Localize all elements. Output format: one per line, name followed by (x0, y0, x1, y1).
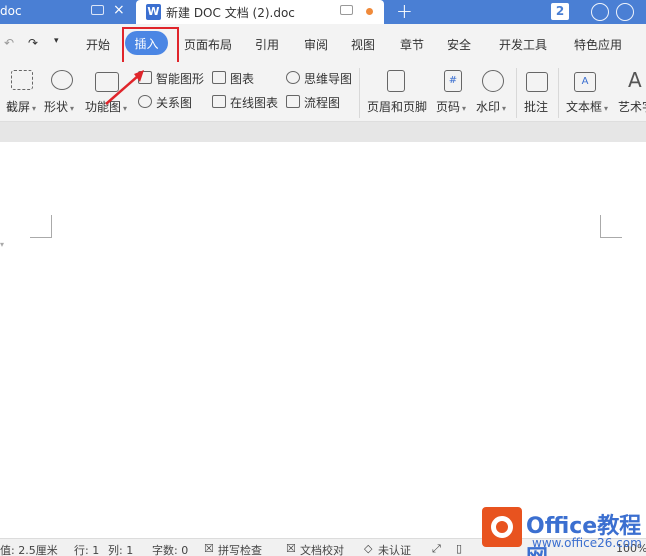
page-number-button[interactable]: # 页码 ▾ (434, 66, 472, 118)
word-count[interactable]: 字数: 0 (152, 542, 188, 556)
highlight-box (122, 27, 179, 65)
page-number-icon: # (444, 70, 462, 92)
menu-tab-review[interactable]: 审阅 (304, 36, 328, 53)
unsaved-dot-icon[interactable] (366, 8, 373, 15)
document-tab-inactive[interactable]: doc × (0, 0, 136, 24)
menu-tab-developer[interactable]: 开发工具 (499, 36, 547, 53)
chart-label: 图表 (230, 72, 255, 86)
screenshot-label: 截屏 (6, 100, 31, 114)
header-footer-icon (387, 70, 405, 92)
dropdown-caret-icon[interactable]: ▾ (502, 104, 506, 113)
document-canvas[interactable] (0, 142, 646, 538)
menu-tab-references[interactable]: 引用 (255, 36, 279, 53)
textbox-button[interactable]: A 文本框 ▾ (564, 66, 612, 118)
site-url: www.office26.com (532, 536, 642, 550)
new-tab-icon[interactable]: + (396, 0, 413, 23)
online-chart-button[interactable]: 在线图表 (212, 92, 284, 112)
art-text-button[interactable]: A 艺术字 (616, 66, 646, 118)
chart-button[interactable]: 图表 (212, 68, 272, 88)
textbox-label: 文本框 (566, 100, 603, 114)
shapes-button[interactable]: 形状 ▾ (44, 66, 80, 118)
comment-label: 批注 (524, 100, 549, 114)
monitor-icon[interactable] (340, 5, 353, 15)
document-count-badge[interactable]: 2 (551, 3, 569, 20)
margin-corner-left (30, 215, 52, 238)
header-footer-label: 页眉和页脚 (367, 100, 428, 114)
ribbon-divider (516, 68, 517, 118)
paragraph-mark-icon: ▾ (0, 240, 5, 249)
mind-map-icon (286, 71, 300, 84)
writer-doc-icon: W (146, 4, 161, 20)
quick-access-dropdown-icon[interactable]: ▾ (54, 36, 59, 46)
dropdown-caret-icon[interactable]: ▾ (70, 104, 74, 113)
annotation-arrow-icon (105, 70, 144, 105)
screenshot-icon (11, 70, 33, 90)
menu-bar: ↶ ↷ ▾ 开始 插入 页面布局 引用 审阅 视图 章节 安全 开发工具 特色应… (0, 24, 646, 62)
flowchart-label: 流程图 (304, 96, 341, 110)
tab-title: doc (0, 4, 22, 18)
shapes-label: 形状 (44, 100, 69, 114)
site-watermark: Office教程网 www.office26.com (478, 504, 646, 556)
title-bar: doc × W 新建 DOC 文档 (2).doc + 2 (0, 0, 646, 24)
screenshot-button[interactable]: 截屏 ▾ (6, 66, 40, 118)
page-number-label: 页码 (436, 100, 461, 114)
menu-tab-page-layout[interactable]: 页面布局 (184, 36, 232, 53)
proofread-icon[interactable]: ☒ (286, 542, 296, 555)
margin-corner-right (600, 215, 622, 238)
monitor-icon[interactable] (91, 5, 104, 15)
dropdown-caret-icon[interactable]: ▾ (604, 104, 608, 113)
tab-title: 新建 DOC 文档 (2).doc (166, 6, 295, 20)
bar-chart-icon (212, 71, 226, 84)
menu-tab-chapter[interactable]: 章节 (400, 36, 424, 53)
dropdown-caret-icon[interactable]: ▾ (32, 104, 36, 113)
shapes-icon (51, 70, 73, 90)
textbox-icon: A (574, 72, 596, 92)
proofread-button[interactable]: 文档校对 (300, 542, 344, 556)
menu-tab-view[interactable]: 视图 (351, 36, 375, 53)
undo-icon[interactable]: ↶ (4, 36, 14, 50)
ribbon-divider (558, 68, 559, 118)
mind-map-button[interactable]: 思维导图 (286, 68, 356, 88)
spell-check-button[interactable]: 拼写检查 (218, 542, 262, 556)
art-text-icon: A (628, 68, 642, 92)
online-chart-label: 在线图表 (230, 96, 279, 110)
row-indicator: 行: 1 (74, 544, 100, 556)
menu-tab-security[interactable]: 安全 (447, 36, 471, 53)
close-icon[interactable]: × (113, 2, 125, 18)
flowchart-button[interactable]: 流程图 (286, 92, 356, 112)
shield-icon[interactable]: ◇ (364, 542, 372, 555)
fullscreen-icon[interactable]: ⤢ (432, 542, 441, 556)
ribbon-divider (359, 68, 360, 118)
mind-map-label: 思维导图 (304, 72, 353, 86)
header-footer-button[interactable]: 页眉和页脚 (365, 66, 429, 118)
skin-icon[interactable] (616, 3, 634, 21)
document-tab-active[interactable]: W 新建 DOC 文档 (2).doc (136, 0, 384, 24)
ribbon-gap (0, 122, 646, 142)
comment-icon (526, 72, 548, 92)
settings-icon[interactable] (591, 3, 609, 21)
menu-tab-home[interactable]: 开始 (86, 36, 110, 53)
spell-check-icon[interactable]: ☒ (204, 542, 214, 555)
comment-button[interactable]: 批注 (520, 66, 554, 118)
watermark-icon (482, 70, 504, 92)
menu-tab-featured[interactable]: 特色应用 (574, 36, 622, 53)
watermark-label: 水印 (476, 100, 501, 114)
smart-art-label: 智能图形 (156, 72, 205, 86)
dropdown-caret-icon[interactable]: ▾ (462, 104, 466, 113)
insert-ribbon: 截屏 ▾ 形状 ▾ 功能图 ▾ 智能图形 关系图 图表 在线图表 思维导图 流程图 (0, 62, 646, 122)
watermark-button[interactable]: 水印 ▾ (474, 66, 512, 118)
art-text-label: 艺术字 (618, 100, 646, 114)
online-chart-icon (212, 95, 226, 108)
col-indicator: 列: 1 (108, 544, 134, 556)
relation-chart-label: 关系图 (156, 96, 193, 110)
flowchart-icon (286, 95, 300, 108)
office-logo-icon (482, 507, 522, 547)
cert-status[interactable]: 未认证 (378, 542, 411, 556)
reading-mode-icon[interactable]: ▯ (456, 542, 462, 555)
redo-icon[interactable]: ↷ (28, 36, 38, 50)
setting-value[interactable]: 值: 2.5厘米 (0, 542, 58, 556)
